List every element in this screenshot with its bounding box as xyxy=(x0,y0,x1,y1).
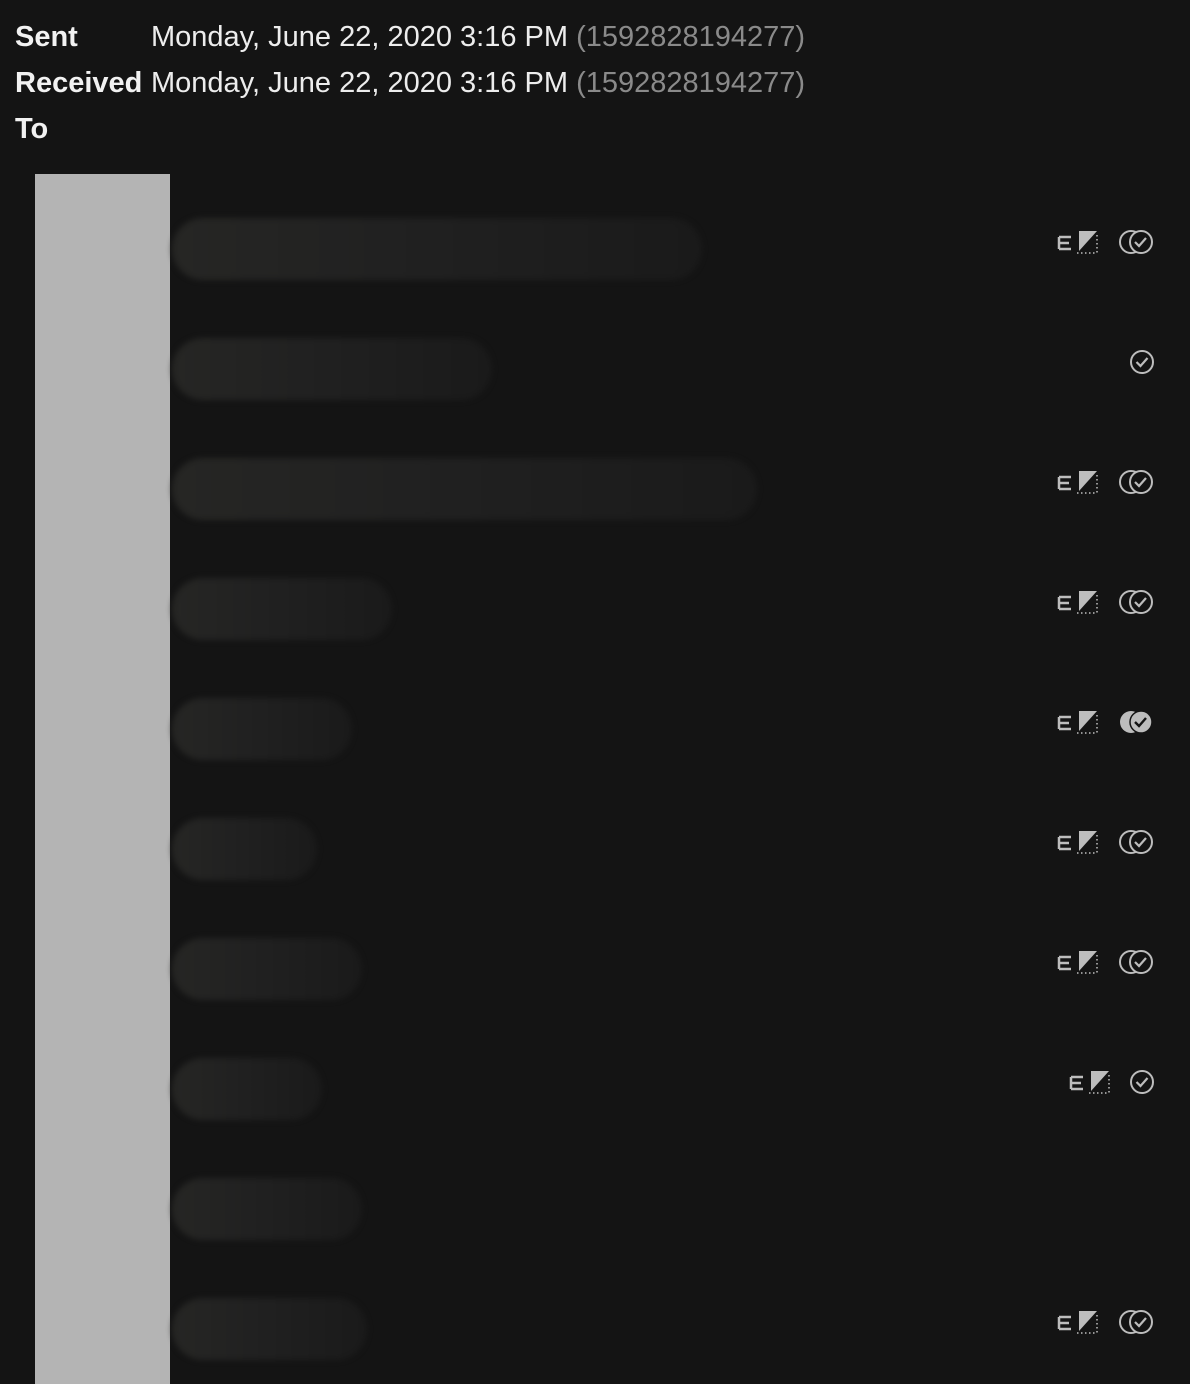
received-timestamp: (1592828194277) xyxy=(568,67,805,100)
sent-row: Sent Monday, June 22, 2020 3:16 PM (1592… xyxy=(15,14,805,60)
received-label: Received xyxy=(15,66,143,99)
single-check-icon xyxy=(1129,1069,1155,1095)
recipient-status-icons xyxy=(1069,1066,1155,1098)
redacted-recipient-name xyxy=(172,338,492,400)
recipient-status-icons xyxy=(1057,466,1155,498)
sent-date: Monday, June 22, 2020 3:16 PM xyxy=(151,20,569,53)
to-label: To xyxy=(15,112,49,145)
recipient-status-icons xyxy=(1057,826,1155,858)
email-delivered-icon xyxy=(1057,229,1099,255)
recipient-status-icons xyxy=(1057,1306,1155,1338)
email-delivered-icon xyxy=(1057,829,1099,855)
redacted-recipient-name xyxy=(172,578,392,640)
recipient-status-icons xyxy=(1057,946,1155,978)
to-row: To xyxy=(15,106,805,152)
read-double-check-icon xyxy=(1117,229,1155,255)
redacted-recipient-name xyxy=(172,938,362,1000)
received-timestamp-value: (1592828194277) xyxy=(576,66,806,99)
recipient-status-icons xyxy=(1129,346,1155,378)
received-date: Monday, June 22, 2020 3:16 PM xyxy=(151,66,569,99)
redacted-recipient-name xyxy=(172,218,702,280)
sent-label: Sent xyxy=(15,20,78,53)
redacted-recipient-name xyxy=(172,1058,322,1120)
received-row: Received Monday, June 22, 2020 3:16 PM (… xyxy=(15,60,805,106)
email-delivered-icon xyxy=(1057,709,1099,735)
read-double-check-icon xyxy=(1117,469,1155,495)
read-double-check-icon xyxy=(1117,589,1155,615)
read-double-check-icon xyxy=(1117,829,1155,855)
message-metadata: Sent Monday, June 22, 2020 3:16 PM (1592… xyxy=(15,14,805,152)
recipient-status-icons xyxy=(1057,226,1155,258)
email-delivered-icon xyxy=(1069,1069,1111,1095)
redacted-recipient-name xyxy=(172,1178,362,1240)
read-double-check-icon xyxy=(1117,1309,1155,1335)
redacted-recipient-name xyxy=(172,818,317,880)
single-check-icon xyxy=(1129,349,1155,375)
redacted-recipient-name xyxy=(172,1298,367,1360)
redacted-recipient-name xyxy=(172,458,757,520)
recipient-status-icons xyxy=(1057,586,1155,618)
read-double-check-filled-icon xyxy=(1117,709,1155,735)
email-delivered-icon xyxy=(1057,469,1099,495)
redacted-recipient-name xyxy=(172,698,352,760)
read-double-check-icon xyxy=(1117,949,1155,975)
sent-timestamp: (1592828194277) xyxy=(568,21,805,54)
recipient-row[interactable] xyxy=(170,1298,1190,1384)
recipient-row[interactable] xyxy=(170,938,1190,1082)
recipient-status-icons xyxy=(1057,706,1155,738)
email-delivered-icon xyxy=(1057,589,1099,615)
redacted-avatar-column xyxy=(35,174,170,1384)
sent-timestamp-value: (1592828194277) xyxy=(576,20,806,53)
email-delivered-icon xyxy=(1057,1309,1099,1335)
recipient-row[interactable] xyxy=(170,698,1190,842)
email-delivered-icon xyxy=(1057,949,1099,975)
